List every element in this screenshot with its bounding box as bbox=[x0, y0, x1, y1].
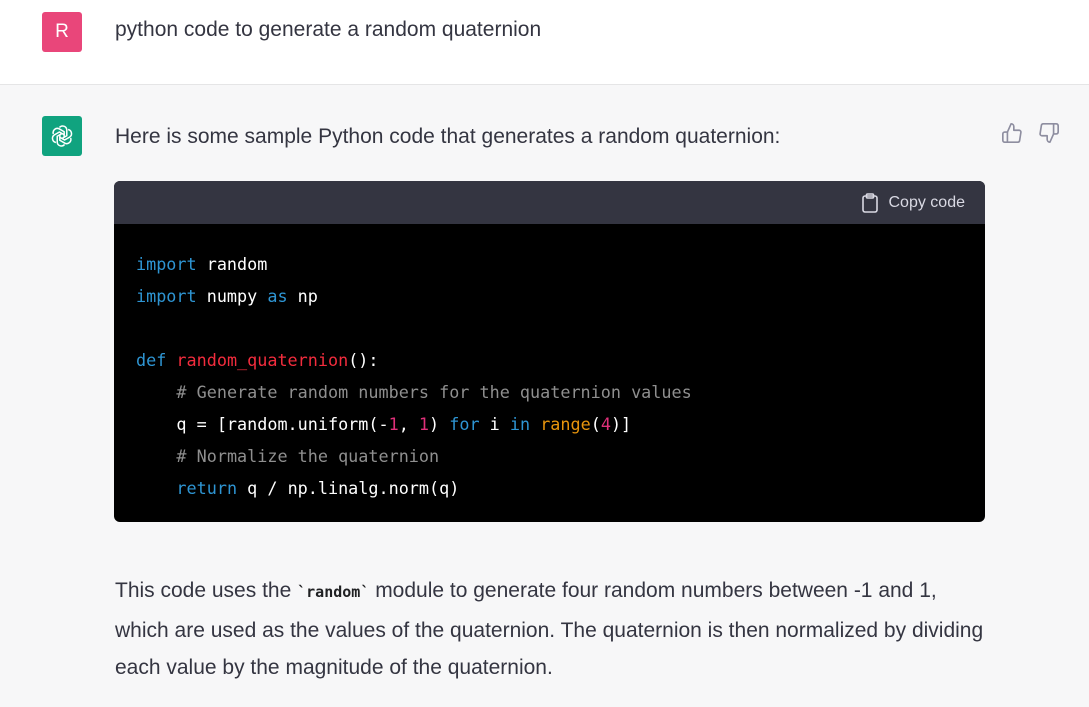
thumbs-up-button[interactable] bbox=[1001, 122, 1023, 144]
assistant-avatar bbox=[42, 116, 82, 156]
user-avatar: R bbox=[42, 12, 82, 52]
user-message-row: R python code to generate a random quate… bbox=[0, 0, 1089, 85]
code-line: import random bbox=[136, 254, 268, 274]
code-line: return q / np.linalg.norm(q) bbox=[176, 478, 460, 498]
inline-code-random: `random` bbox=[297, 583, 370, 601]
thumbs-down-button[interactable] bbox=[1038, 122, 1060, 144]
clipboard-icon bbox=[861, 193, 878, 213]
explanation-text-start: This code uses the bbox=[115, 579, 298, 602]
code-content: import random import numpy as np def ran… bbox=[114, 224, 985, 504]
explanation-paragraph: This code uses the `random` module to ge… bbox=[115, 572, 995, 687]
code-line: def random_quaternion(): bbox=[136, 350, 379, 370]
copy-code-label: Copy code bbox=[888, 194, 966, 211]
code-block: Copy code import random import numpy as … bbox=[114, 181, 985, 522]
user-message-text: python code to generate a random quatern… bbox=[115, 18, 542, 41]
code-line: import numpy as np bbox=[136, 286, 318, 306]
code-block-header: Copy code bbox=[114, 181, 985, 224]
assistant-intro-text: Here is some sample Python code that gen… bbox=[115, 125, 781, 148]
thumbs-up-icon bbox=[1002, 123, 1022, 143]
code-line: # Generate random numbers for the quater… bbox=[176, 382, 692, 402]
thumbs-down-icon bbox=[1039, 123, 1059, 143]
copy-code-button[interactable]: Copy code bbox=[861, 191, 966, 215]
code-line: q = [random.uniform(-1, 1) for i in rang… bbox=[136, 414, 632, 434]
code-line: # Normalize the quaternion bbox=[176, 446, 440, 466]
openai-logo-icon bbox=[51, 125, 73, 147]
